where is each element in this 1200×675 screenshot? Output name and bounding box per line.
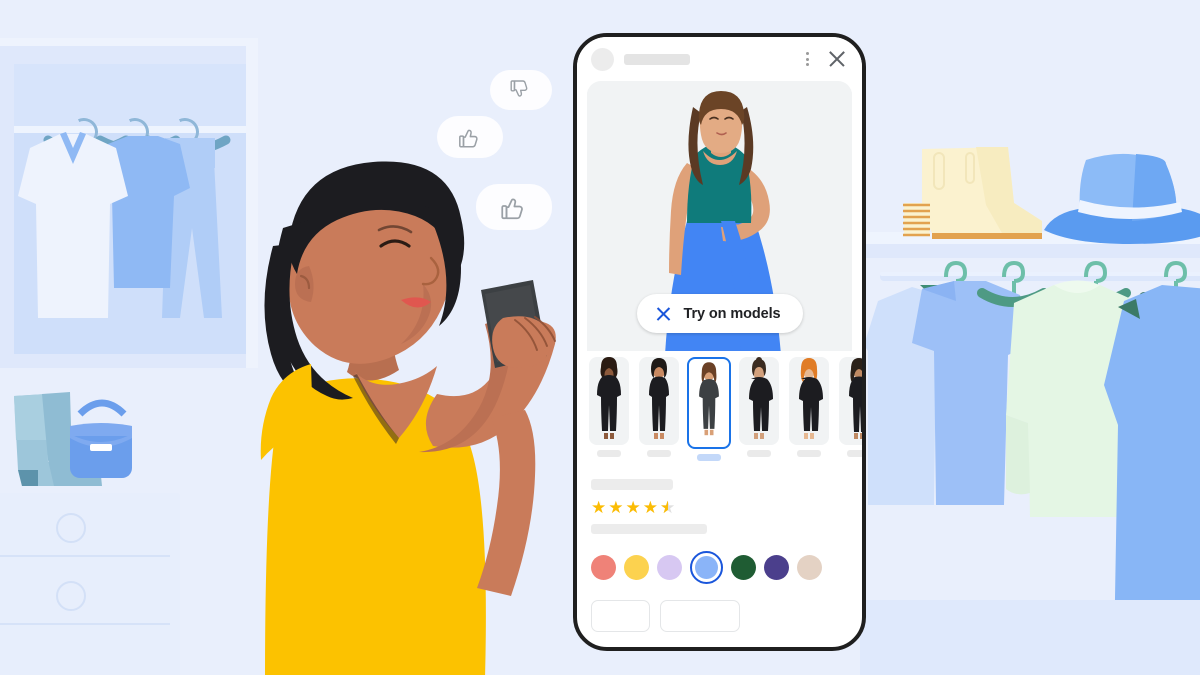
model-figure — [799, 358, 823, 439]
smartphone-mockup[interactable]: Try on models ★ ★ ★ ★ ★ — [573, 33, 866, 651]
try-on-models-button[interactable]: Try on models — [636, 294, 803, 333]
thumbs-down-bubble[interactable] — [490, 70, 552, 110]
boots-and-handbag — [14, 392, 132, 486]
model-thumbnail-3[interactable] — [687, 357, 731, 465]
thumbnail-label — [597, 450, 621, 457]
app-header — [577, 37, 862, 81]
model-thumbnail-5[interactable] — [787, 357, 831, 465]
model-thumbnail-6[interactable] — [837, 357, 862, 465]
color-swatch-blue-selected[interactable] — [690, 551, 723, 584]
color-swatch-purple[interactable] — [764, 555, 789, 580]
right-hanging-clothes — [864, 260, 1200, 655]
model-thumbnail-2[interactable] — [637, 357, 681, 465]
star-3: ★ — [625, 498, 641, 517]
star-1: ★ — [591, 498, 607, 517]
primary-action-button[interactable] — [591, 600, 650, 632]
wardrobe-upper-shelf — [14, 64, 246, 126]
thumbnail-label — [647, 450, 671, 457]
close-icon[interactable] — [826, 48, 848, 70]
sun-hat — [1044, 153, 1200, 244]
thumbnail-label — [797, 450, 821, 457]
model-thumbnail-selected[interactable] — [687, 357, 731, 449]
product-name-placeholder — [591, 479, 673, 490]
drawer-knob-2[interactable] — [56, 581, 86, 611]
secondary-action-button[interactable] — [660, 600, 740, 632]
illustration-scene: Try on models ★ ★ ★ ★ ★ — [0, 0, 1200, 675]
model-figure — [649, 358, 669, 439]
color-swatches[interactable] — [591, 551, 848, 584]
star-rating: ★ ★ ★ ★ ★★ — [591, 499, 848, 516]
try-on-models-label: Try on models — [683, 305, 781, 322]
wardrobe-top-trim — [0, 38, 255, 46]
thumbs-down-icon — [510, 80, 528, 97]
model-figure — [849, 358, 862, 439]
kebab-menu-icon[interactable] — [798, 52, 816, 66]
thumbnail-label — [847, 450, 862, 457]
try-on-preview[interactable]: Try on models — [587, 81, 852, 351]
color-swatch-dark-green[interactable] — [731, 555, 756, 580]
model-thumbnail-4[interactable] — [737, 357, 781, 465]
drawer-knob-1[interactable] — [56, 513, 86, 543]
star-5-half: ★★ — [660, 498, 676, 517]
floor-right — [860, 600, 1200, 675]
star-4: ★ — [642, 498, 658, 517]
color-swatch-blue — [695, 556, 718, 579]
model-thumbnail-1[interactable] — [587, 357, 631, 465]
ankle-boot — [903, 147, 1042, 239]
model-figure — [597, 357, 621, 439]
thumbnail-label-selected — [697, 454, 721, 461]
product-actions[interactable] — [591, 600, 848, 632]
star-2: ★ — [608, 498, 624, 517]
color-swatch-lavender[interactable] — [657, 555, 682, 580]
woman-with-phone — [260, 161, 556, 675]
model-figure — [699, 362, 719, 436]
color-swatch-yellow[interactable] — [624, 555, 649, 580]
model-figure — [749, 357, 773, 439]
color-swatch-beige[interactable] — [797, 555, 822, 580]
model-carousel[interactable] — [587, 357, 862, 465]
app-title-placeholder — [624, 53, 690, 65]
dresser — [0, 493, 180, 675]
avatar[interactable] — [591, 47, 614, 71]
product-description-placeholder — [591, 524, 707, 534]
product-info: ★ ★ ★ ★ ★★ — [577, 465, 862, 632]
color-swatch-salmon[interactable] — [591, 555, 616, 580]
close-icon — [655, 305, 672, 322]
thumbnail-label — [747, 450, 771, 457]
hero-edge-right — [850, 81, 852, 351]
hero-edge-left — [587, 81, 589, 351]
